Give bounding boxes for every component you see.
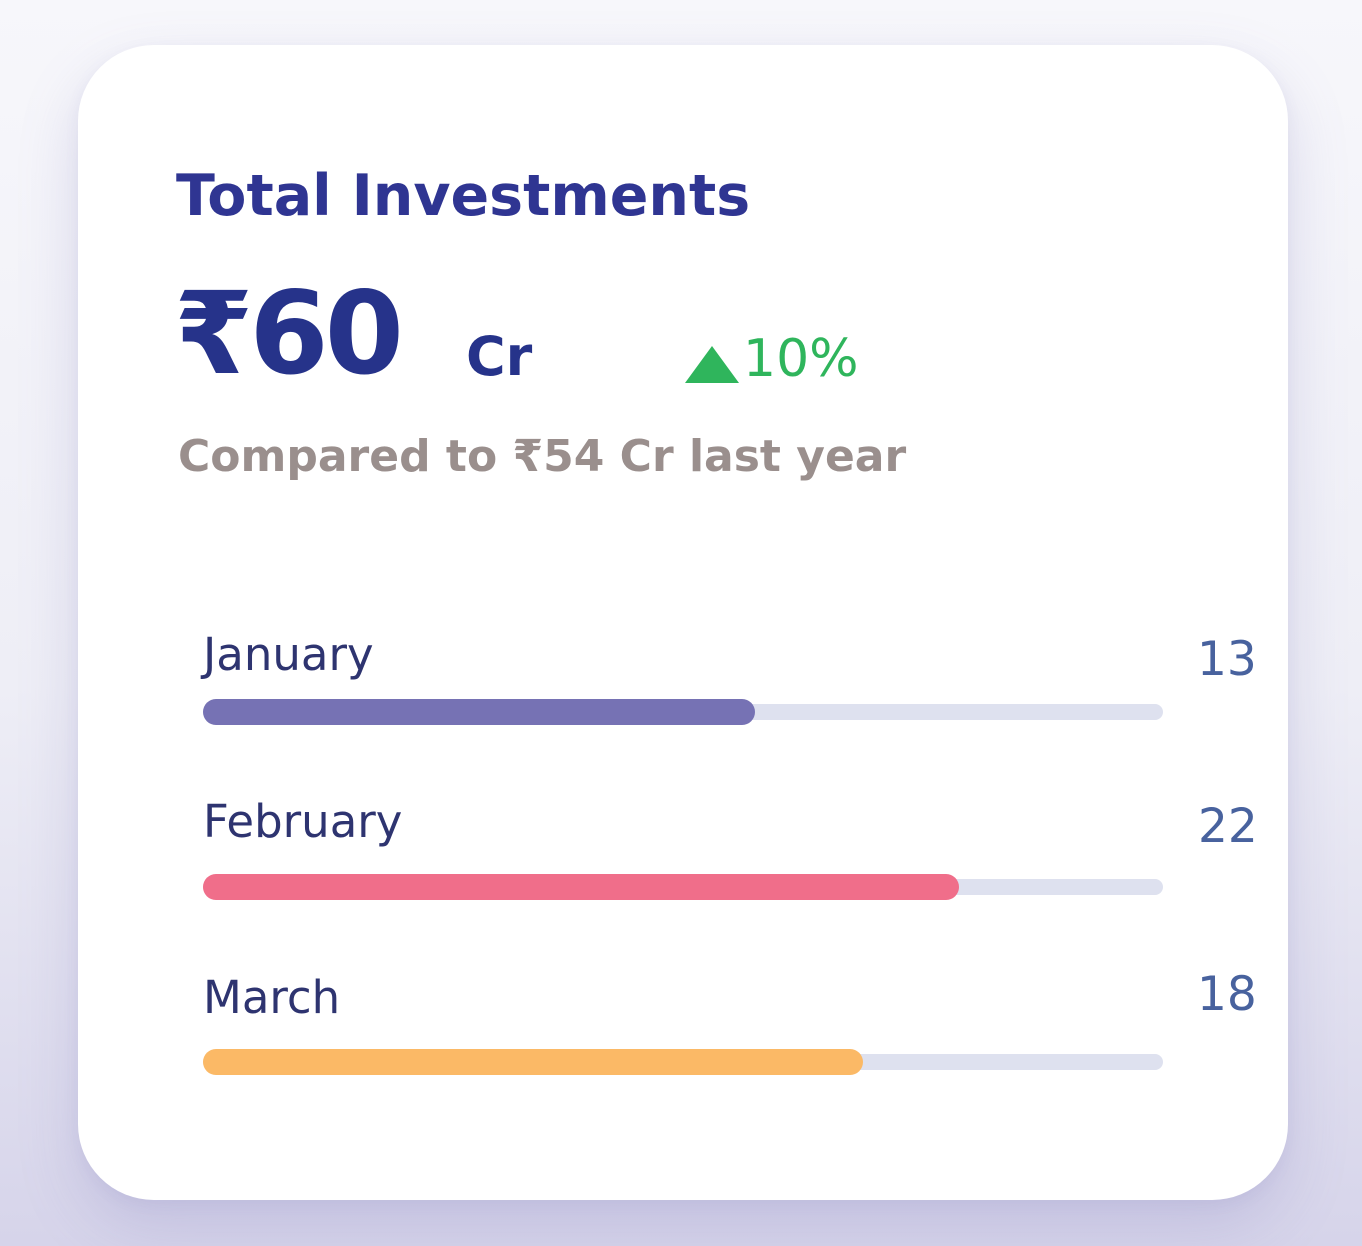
- month-value: 22: [1198, 799, 1258, 854]
- change-percent: 10%: [743, 329, 859, 389]
- triangle-up-icon: [685, 346, 739, 384]
- card-title: Total Investments: [176, 163, 751, 229]
- month-row-january: January 13: [203, 628, 1257, 748]
- progress-fill: [203, 699, 755, 725]
- month-label: March: [203, 971, 341, 1024]
- month-row-february: February 22: [203, 795, 1258, 915]
- month-row-march: March 18: [203, 967, 1257, 1087]
- month-label: January: [203, 628, 374, 681]
- month-label: February: [203, 795, 403, 848]
- month-value: 13: [1197, 632, 1257, 687]
- progress-fill: [203, 874, 959, 900]
- amount-unit: Cr: [466, 325, 533, 388]
- investment-card: Total Investments ₹60 Cr 10% Compared to…: [78, 45, 1288, 1200]
- total-amount: ₹60: [174, 267, 404, 400]
- progress-fill: [203, 1049, 863, 1075]
- comparison-text: Compared to ₹54 Cr last year: [178, 431, 907, 482]
- change-indicator: 10%: [685, 329, 859, 389]
- month-value: 18: [1197, 967, 1257, 1022]
